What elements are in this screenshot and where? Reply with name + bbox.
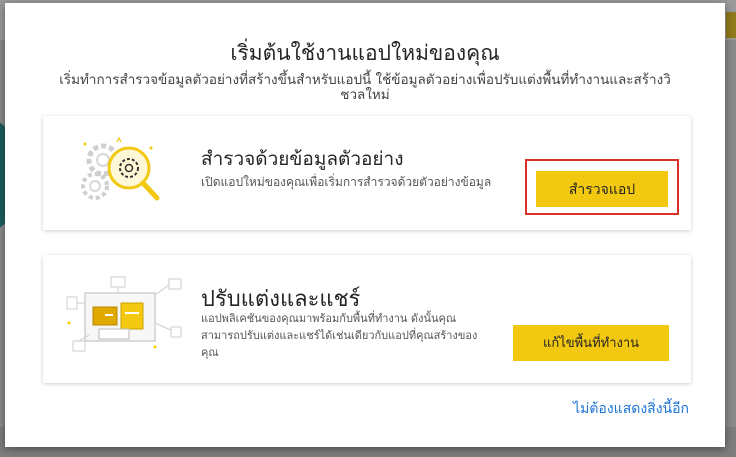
- customize-card-description: แอปพลิเคชันของคุณมาพร้อมกับพื้นที่ทำงาน …: [201, 312, 478, 359]
- explore-card: สำรวจด้วยข้อมูลตัวอย่าง เปิดแอปใหม่ของคุ…: [43, 116, 691, 230]
- magnifier-gears-icon: [81, 136, 160, 201]
- customize-card: ปรับแต่งและแชร์ แอปพลิเคชันของคุณมาพร้อม…: [43, 255, 691, 383]
- explore-card-description: เปิดแอปใหม่ของคุณเพื่อเริ่มการสำรวจด้วยต…: [201, 175, 492, 189]
- dialog-subtitle: เริ่มทำการสำรวจข้อมูลตัวอย่างที่สร้างขึ้…: [59, 72, 671, 103]
- explore-card-title: สำรวจด้วยข้อมูลตัวอย่าง: [201, 148, 404, 170]
- dashboard-illustration-icon: [66, 276, 182, 352]
- welcome-dialog: เริ่มต้นใช้งานแอปใหม่ของคุณ เริ่มทำการสำ…: [5, 3, 725, 447]
- explore-app-button[interactable]: สำรวจแอป: [536, 171, 668, 207]
- dont-show-again-link[interactable]: ไม่ต้องแสดงสิ่งนี้อีก: [573, 398, 689, 420]
- dialog-title: เริ่มต้นใช้งานแอปใหม่ของคุณ: [230, 41, 500, 65]
- background-accent: [726, 12, 736, 38]
- edit-workspace-button[interactable]: แก้ไขพื้นที่ทำงาน: [513, 325, 669, 361]
